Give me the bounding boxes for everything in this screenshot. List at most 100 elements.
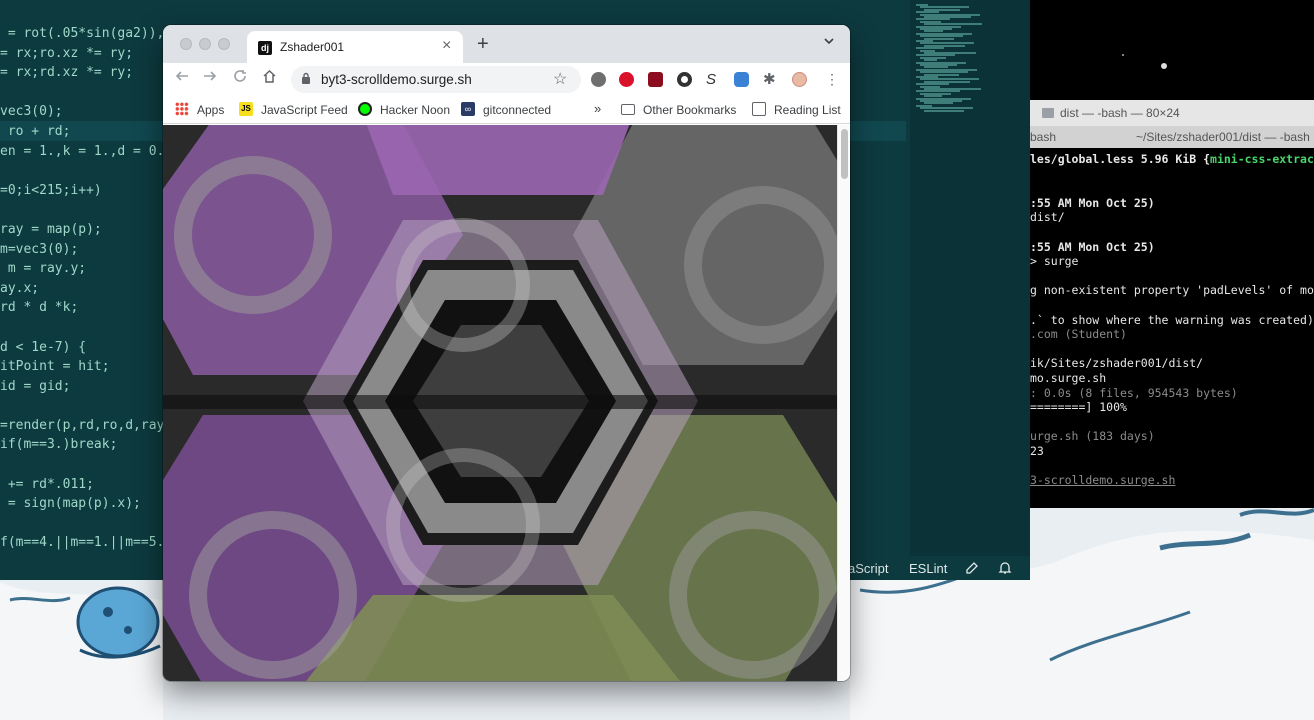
bookmark-javascript-feed[interactable]: JavaScript Feed	[261, 103, 348, 117]
editor-minimap[interactable]	[910, 0, 1030, 560]
terminal-line: g non-existent property 'padLevels' of m…	[1030, 283, 1314, 298]
code-line[interactable]: f(m==4.||m==1.||m==5.	[0, 533, 164, 553]
terminal-titlebar[interactable]: dist — -bash — 80×24	[1030, 100, 1314, 126]
terminal-line: :55 AM Mon Oct 25)	[1030, 240, 1314, 255]
tab-title: Zshader001	[280, 40, 345, 54]
terminal-title: dist — -bash — 80×24	[1060, 106, 1180, 120]
code-editor-text[interactable]: = rot(.05*sin(ga2)), = rx;ro.xz *= ry; = r…	[0, 24, 164, 553]
shader-canvas[interactable]	[163, 125, 837, 681]
extension-s-icon[interactable]: S	[706, 72, 721, 87]
scrollbar-thumb[interactable]	[841, 129, 848, 179]
code-line[interactable]: ray = map(p);	[0, 220, 164, 240]
extension-opera-icon[interactable]	[619, 72, 634, 87]
extension-record-icon[interactable]	[677, 72, 692, 87]
terminal-line-text	[1030, 415, 1037, 429]
code-line[interactable]	[0, 396, 164, 416]
terminal-line-text: mo.surge.sh	[1030, 370, 1107, 385]
terminal-line-text	[1030, 298, 1037, 312]
code-line[interactable]: itPoint = hit;	[0, 357, 164, 377]
new-tab-button[interactable]: +	[477, 33, 489, 56]
extension-robot-icon[interactable]	[734, 72, 749, 87]
terminal-line-text: urge.sh (183 days)	[1030, 429, 1155, 444]
bookmark-hacker-noon[interactable]: Hacker Noon	[380, 103, 450, 117]
back-arrow-icon[interactable]	[175, 69, 189, 88]
code-line[interactable]: en = 1.,k = 1.,d = 0.	[0, 142, 164, 162]
more-bookmarks-button[interactable]: »	[594, 101, 601, 116]
terminal-line-text: 3-scrolldemo.surge.sh	[1030, 473, 1176, 488]
bookmark-apps[interactable]: Apps	[197, 103, 224, 117]
code-line[interactable]: += rd*.011;	[0, 475, 164, 495]
bookmark-star-icon[interactable]: ☆	[553, 69, 567, 89]
terminal-line-text: les/global.less 5.96 KiB {	[1030, 152, 1211, 166]
terminal-line	[1030, 458, 1314, 473]
browser-toolbar: byt3-scrolldemo.surge.sh ☆ S ✱ ⋮	[163, 63, 850, 97]
tab-close-icon[interactable]: ×	[442, 37, 451, 55]
bookmark-reading-list[interactable]: Reading List	[774, 103, 841, 117]
code-line[interactable]	[0, 83, 164, 103]
terminal-line-text: ========] 100%	[1030, 400, 1127, 415]
home-icon[interactable]	[262, 69, 277, 88]
forward-arrow-icon[interactable]	[203, 69, 217, 88]
code-line[interactable]: ro + rd;	[0, 122, 164, 142]
tab-search-chevron-icon[interactable]	[823, 35, 835, 50]
code-line[interactable]: id = gid;	[0, 377, 164, 397]
code-line[interactable]: = rx;rd.xz *= ry;	[0, 63, 164, 83]
terminal-line: > surge	[1030, 254, 1314, 269]
reload-icon[interactable]	[233, 69, 247, 88]
minimize-window-button[interactable]	[199, 38, 211, 50]
code-line[interactable]	[0, 514, 164, 534]
page-scrollbar[interactable]	[837, 125, 850, 681]
apps-grid-icon[interactable]	[175, 102, 189, 116]
extensions-puzzle-icon[interactable]: ✱	[763, 72, 778, 87]
status-language[interactable]: aScript	[848, 561, 888, 576]
extension-ublock-icon[interactable]	[648, 72, 663, 87]
terminal-line-text	[1030, 167, 1037, 181]
profile-avatar[interactable]	[792, 72, 807, 87]
code-line[interactable]: m=vec3(0);	[0, 240, 164, 260]
code-line[interactable]	[0, 161, 164, 181]
terminal-line: mo.surge.sh	[1030, 371, 1314, 386]
address-bar[interactable]: byt3-scrolldemo.surge.sh ☆	[291, 66, 581, 93]
bookmarks-bar: Apps JS JavaScript Feed Hacker Noon ∞ gi…	[163, 97, 850, 124]
feedback-icon[interactable]	[965, 561, 979, 578]
minimap-line	[924, 109, 964, 112]
terminal-line-green-text: mini-css-extract-pl	[1210, 152, 1314, 166]
terminal-line: :55 AM Mon Oct 25)	[1030, 196, 1314, 211]
terminal-tabs: bash ~/Sites/zshader001/dist — -bash	[1030, 126, 1314, 148]
terminal-line-text: ik/Sites/zshader001/dist/	[1030, 356, 1204, 371]
code-line[interactable]: = rot(.05*sin(ga2)),	[0, 24, 165, 44]
code-line[interactable]: if(m==3.)break;	[0, 435, 164, 455]
code-line[interactable]	[0, 455, 164, 475]
code-line[interactable]: =0;i<215;i++)	[0, 181, 164, 201]
bookmark-gitconnected[interactable]: gitconnected	[483, 103, 551, 117]
status-eslint[interactable]: ESLint	[909, 561, 947, 576]
terminal-tab-bash[interactable]: bash	[1030, 130, 1056, 144]
browser-tab-strip: dj Zshader001 × +	[163, 25, 850, 63]
bell-icon[interactable]	[998, 561, 1012, 578]
lock-icon[interactable]	[301, 72, 311, 84]
code-line[interactable]: = rx;ro.xz *= ry;	[0, 44, 164, 64]
code-line[interactable]: m = ray.y;	[0, 259, 164, 279]
code-line[interactable]: =render(p,rd,ro,d,ray	[0, 416, 164, 436]
code-line[interactable]: d < 1e-7) {	[0, 338, 164, 358]
close-window-button[interactable]	[180, 38, 192, 50]
zoom-window-button[interactable]	[218, 38, 230, 50]
gitconnected-icon: ∞	[461, 102, 475, 116]
code-line[interactable]	[0, 200, 164, 220]
terminal-line: : 0.0s (8 files, 954543 bytes)	[1030, 386, 1314, 401]
browser-tab-zshader001[interactable]: dj Zshader001 ×	[247, 31, 463, 63]
bookmark-other-bookmarks[interactable]: Other Bookmarks	[643, 103, 736, 117]
terminal-line: .` to show where the warning was created…	[1030, 313, 1314, 328]
terminal-line	[1030, 167, 1314, 182]
browser-menu-icon[interactable]: ⋮	[825, 72, 840, 87]
code-line[interactable]: rd * d *k;	[0, 298, 164, 318]
terminal-tab-dist[interactable]: ~/Sites/zshader001/dist — -bash	[1136, 130, 1310, 144]
terminal-line: urge.sh (183 days)	[1030, 429, 1314, 444]
code-line[interactable]: ay.x;	[0, 279, 164, 299]
code-line[interactable]: = sign(map(p).x);	[0, 494, 164, 514]
terminal-window[interactable]: dist — -bash — 80×24 bash ~/Sites/zshade…	[1030, 100, 1314, 508]
code-line[interactable]: vec3(0);	[0, 102, 164, 122]
code-line[interactable]	[0, 318, 164, 338]
terminal-line	[1030, 415, 1314, 430]
extension-gear-icon[interactable]	[591, 72, 606, 87]
